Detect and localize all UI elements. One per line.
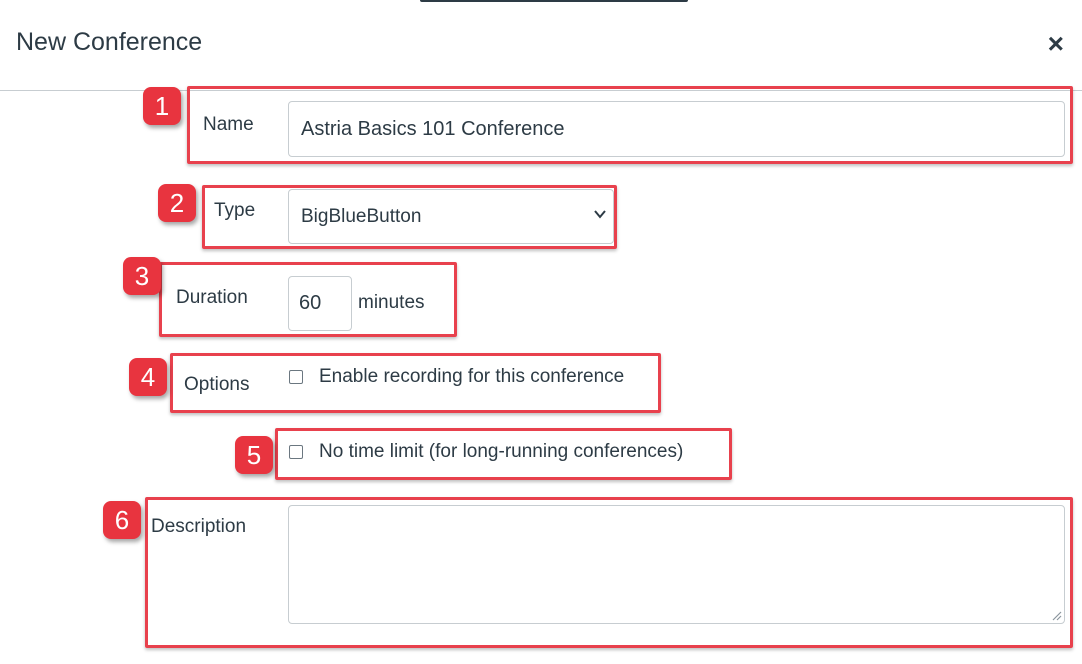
- annotation-badge-2: 2: [158, 184, 196, 222]
- dialog-title: New Conference: [16, 28, 203, 56]
- highlight-box-5: [275, 428, 732, 480]
- highlight-box-6: [145, 497, 1073, 648]
- highlight-box-1: [187, 86, 1073, 164]
- highlight-box-4: [170, 353, 661, 413]
- annotation-badge-3: 3: [123, 257, 161, 295]
- close-icon[interactable]: ×: [1048, 30, 1064, 58]
- highlight-box-3: [159, 262, 457, 337]
- annotation-badge-6: 6: [103, 501, 141, 539]
- annotation-badge-4: 4: [129, 358, 167, 396]
- highlight-box-2: [202, 185, 617, 249]
- annotation-badge-1: 1: [143, 87, 181, 125]
- annotation-badge-5: 5: [235, 436, 273, 474]
- dialog-header: New Conference ×: [0, 0, 1082, 91]
